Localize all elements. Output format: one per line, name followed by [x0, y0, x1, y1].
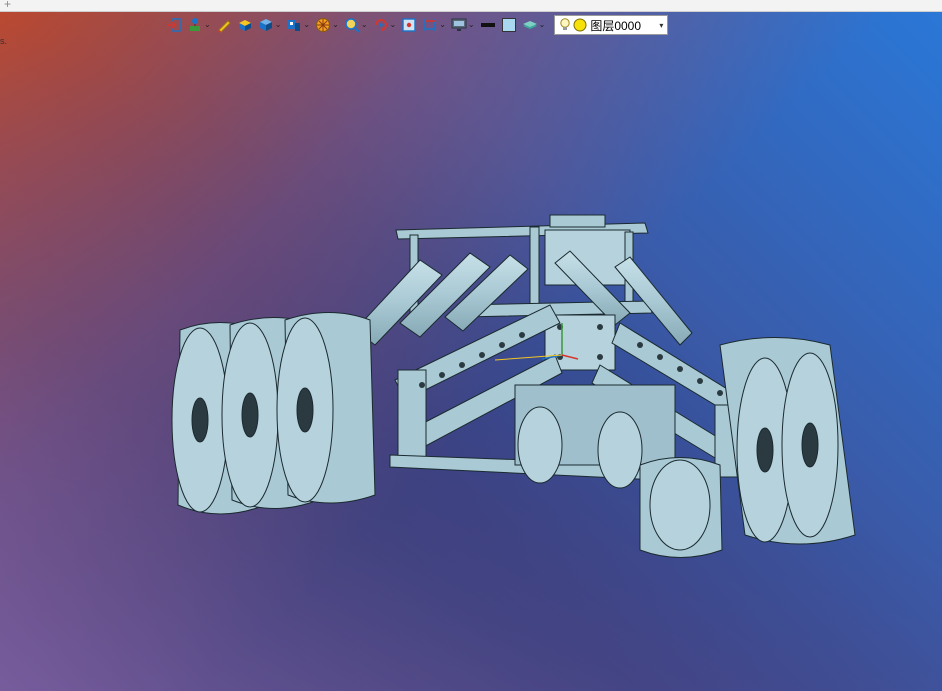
layer-stack-icon	[522, 17, 538, 33]
layer-stack-button[interactable]: ⌄	[520, 14, 548, 36]
view-toolbar: ⌄ ⌄ ⌄ ⌄ ⌄ ⌄ ⌄ ⌄ ⌄ 图层0000 ▾	[164, 13, 669, 37]
display-icon	[451, 17, 467, 33]
view-cube-button[interactable]: ⌄	[284, 14, 312, 36]
scene-tree-icon	[187, 17, 203, 33]
solid-box-button[interactable]	[235, 14, 255, 36]
pencil-icon	[216, 17, 232, 33]
insert-button[interactable]	[164, 14, 184, 36]
robot-model[interactable]	[160, 205, 865, 560]
zoom-button[interactable]: ⌄	[342, 14, 370, 36]
chevron-down-icon[interactable]: ⌄	[361, 21, 368, 29]
line-color-icon	[480, 17, 496, 33]
layer-name: 图层0000	[590, 18, 642, 33]
line-color-button[interactable]	[478, 14, 498, 36]
dropdown-arrow-icon[interactable]: ▾	[659, 21, 663, 30]
3d-viewport[interactable]: + s. ⌄ ⌄ ⌄ ⌄ ⌄ ⌄ ⌄ ⌄ ⌄ 图层0000 ▾	[0, 0, 942, 691]
layer-color-icon	[573, 17, 587, 33]
render-style-button[interactable]: ⌄	[313, 14, 341, 36]
dimension-icon	[422, 17, 438, 33]
cube-button[interactable]: ⌄	[256, 14, 284, 36]
zoom-icon	[344, 17, 360, 33]
insert-icon	[166, 17, 182, 33]
add-tab-icon[interactable]: +	[4, 0, 11, 11]
chevron-down-icon[interactable]: ⌄	[390, 21, 397, 29]
frame-icon	[401, 17, 417, 33]
view-cube-icon	[286, 17, 302, 33]
chevron-down-icon[interactable]: ⌄	[303, 21, 310, 29]
sketch-button[interactable]	[214, 14, 234, 36]
solid-box-icon	[237, 17, 253, 33]
fill-color-button[interactable]	[499, 14, 519, 36]
lightbulb-icon[interactable]	[559, 17, 571, 33]
chevron-down-icon[interactable]: ⌄	[539, 21, 546, 29]
rotate-icon	[373, 17, 389, 33]
chevron-down-icon[interactable]: ⌄	[275, 21, 282, 29]
viewport-edge-mark: s.	[0, 36, 8, 46]
frame-button[interactable]	[399, 14, 419, 36]
chevron-down-icon[interactable]: ⌄	[468, 21, 475, 29]
chevron-down-icon[interactable]: ⌄	[204, 21, 211, 29]
scene-tree-button[interactable]: ⌄	[185, 14, 213, 36]
dimension-button[interactable]: ⌄	[420, 14, 448, 36]
fill-color-icon	[501, 17, 517, 33]
title-strip: +	[0, 0, 942, 12]
rotate-button[interactable]: ⌄	[371, 14, 399, 36]
chevron-down-icon[interactable]: ⌄	[332, 21, 339, 29]
chevron-down-icon[interactable]: ⌄	[439, 21, 446, 29]
display-button[interactable]: ⌄	[449, 14, 477, 36]
render-style-icon	[315, 17, 331, 33]
layer-select[interactable]: 图层0000 ▾	[554, 15, 669, 35]
cube-icon	[258, 17, 274, 33]
